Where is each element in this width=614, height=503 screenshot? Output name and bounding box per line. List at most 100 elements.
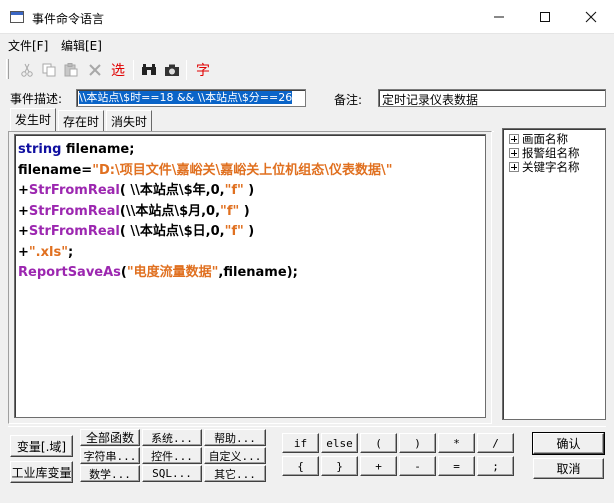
op-else-button[interactable]: else	[321, 433, 358, 453]
expand-icon[interactable]	[509, 162, 519, 172]
code-token: ReportSaveAs	[18, 265, 121, 280]
scissors-icon	[21, 63, 33, 77]
copy-button[interactable]	[40, 59, 58, 81]
camera-icon	[165, 64, 179, 76]
code-token: )	[239, 203, 250, 219]
var-domain-button[interactable]: 变量[.域]	[10, 435, 73, 457]
other-button[interactable]: 其它...	[204, 465, 266, 482]
code-token: +	[18, 203, 29, 219]
name-tree: 画面名称 报警组名称 关键字名称	[502, 128, 606, 420]
window-icon	[10, 11, 24, 23]
event-desc-label: 事件描述:	[10, 92, 63, 106]
font-button[interactable]: 字	[193, 59, 213, 81]
select-button[interactable]: 选	[108, 59, 128, 81]
op-lbrace-button[interactable]: {	[282, 456, 319, 476]
note-input[interactable]: 定时记录仪表数据	[378, 89, 606, 107]
code-token: +	[18, 244, 29, 260]
minimize-icon	[494, 16, 504, 18]
code-token: )	[243, 183, 255, 198]
help-button[interactable]: 帮助...	[204, 429, 266, 446]
title-bar: 事件命令语言	[0, 0, 614, 34]
toolbar-separator	[186, 60, 187, 80]
code-token: ( \\本站点\$日,0,	[119, 224, 225, 239]
maximize-icon	[540, 12, 550, 22]
close-button[interactable]	[568, 0, 614, 34]
code-token: "f"	[224, 224, 244, 239]
code-token: StrFromReal	[28, 224, 120, 239]
event-desc-value: \\本站点\$时==18 && \\本站点\$分==26	[79, 91, 293, 104]
code-token: +	[18, 183, 29, 198]
all-functions-button[interactable]: 全部函数	[80, 429, 140, 446]
code-token: "f"	[220, 203, 240, 219]
op-equals-button[interactable]: =	[438, 456, 475, 476]
code-line: +StrFromReal(\\本站点\$月,0,"f" )	[18, 202, 485, 223]
op-rbrace-button[interactable]: }	[321, 456, 358, 476]
bottom-separator	[8, 426, 606, 427]
tab-on-occur[interactable]: 发生时	[10, 108, 56, 132]
menu-bar: 文件[F] 编辑[E]	[0, 34, 614, 54]
replace-button[interactable]	[163, 59, 181, 81]
code-token: ( \\本站点\$年,0,	[119, 183, 225, 198]
maximize-button[interactable]	[522, 0, 568, 34]
math-button[interactable]: 数学...	[80, 465, 140, 482]
binoculars-icon	[142, 64, 156, 75]
code-token: "电度流量数据"	[126, 265, 219, 280]
code-token: StrFromReal	[28, 203, 120, 219]
code-token: ,filename);	[218, 265, 298, 280]
cut-button[interactable]	[18, 59, 36, 81]
code-line: string filename;	[18, 140, 485, 161]
industrial-lib-var-button[interactable]: 工业库变量	[10, 461, 73, 483]
tab-while-exist[interactable]: 存在时	[58, 110, 104, 132]
code-token: +	[18, 224, 29, 239]
copy-icon	[42, 63, 56, 77]
control-button[interactable]: 控件...	[142, 447, 202, 464]
op-lparen-button[interactable]: (	[360, 433, 397, 453]
op-multiply-button[interactable]: *	[438, 433, 475, 453]
op-minus-button[interactable]: -	[399, 456, 436, 476]
cancel-button[interactable]: 取消	[533, 458, 604, 479]
code-line: +StrFromReal( \\本站点\$年,0,"f" )	[18, 181, 485, 202]
toolbar: 选 字	[0, 56, 614, 84]
paste-icon	[64, 63, 78, 77]
delete-button[interactable]	[86, 59, 104, 81]
toolbar-grip	[6, 59, 9, 79]
tree-item-alarm-groups[interactable]: 报警组名称	[509, 146, 605, 160]
system-button[interactable]: 系统...	[142, 429, 202, 446]
op-plus-button[interactable]: +	[360, 456, 397, 476]
delete-icon	[89, 64, 101, 76]
expand-icon[interactable]	[509, 148, 519, 158]
toolbar-separator	[133, 60, 134, 80]
event-desc-input[interactable]: \\本站点\$时==18 && \\本站点\$分==26	[76, 89, 306, 107]
tree-item-label: 关键字名称	[522, 160, 580, 174]
string-button[interactable]: 字符串...	[80, 447, 140, 464]
script-editor[interactable]: string filename; filename="D:\项目文件\嘉峪关\嘉峪…	[14, 134, 486, 418]
code-token: filename;	[61, 142, 135, 157]
tree-item-screen-names[interactable]: 画面名称	[509, 132, 605, 146]
custom-button[interactable]: 自定义...	[204, 447, 266, 464]
code-token: (\\本站点\$月,0,	[119, 203, 221, 219]
op-semicolon-button[interactable]: ;	[477, 456, 514, 476]
code-token: "f"	[224, 183, 244, 198]
window-title: 事件命令语言	[32, 12, 105, 26]
expand-icon[interactable]	[509, 134, 519, 144]
find-button[interactable]	[140, 59, 158, 81]
op-rparen-button[interactable]: )	[399, 433, 436, 453]
minimize-button[interactable]	[476, 0, 522, 34]
code-token: filename=	[18, 162, 93, 178]
code-line: +StrFromReal( \\本站点\$日,0,"f" )	[18, 222, 485, 243]
confirm-button[interactable]: 确认	[532, 432, 605, 455]
code-token: string	[18, 142, 62, 157]
menu-edit[interactable]: 编辑[E]	[61, 37, 102, 54]
paste-button[interactable]	[62, 59, 80, 81]
tab-on-disappear[interactable]: 消失时	[106, 110, 152, 132]
op-if-button[interactable]: if	[282, 433, 319, 453]
note-label: 备注:	[334, 93, 363, 107]
menu-file[interactable]: 文件[F]	[8, 37, 48, 54]
tree-item-keywords[interactable]: 关键字名称	[509, 160, 605, 174]
code-token: ;	[67, 244, 74, 260]
code-token: )	[243, 224, 255, 239]
code-line: +".xls";	[18, 243, 485, 264]
op-divide-button[interactable]: /	[477, 433, 514, 453]
code-line: filename="D:\项目文件\嘉峪关\嘉峪关上位机组态\仪表数据\"	[18, 161, 485, 182]
sql-button[interactable]: SQL...	[142, 465, 202, 482]
